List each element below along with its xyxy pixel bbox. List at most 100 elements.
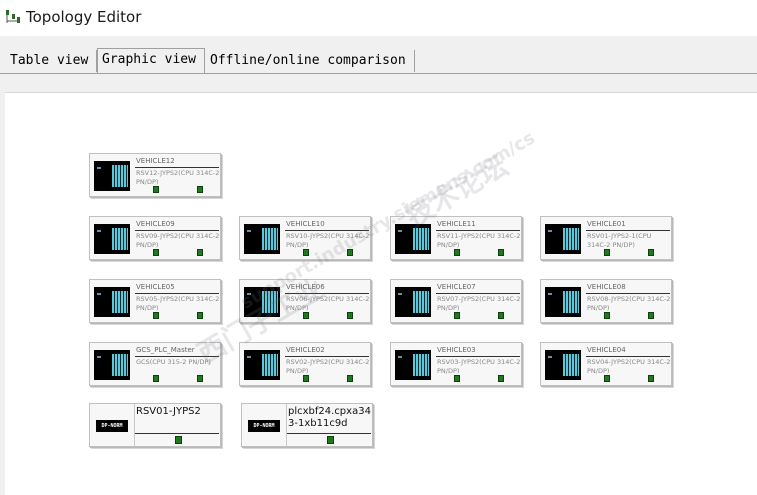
rack-icon — [395, 350, 431, 380]
station-vehicle08[interactable]: VEHICLE08 RSV08-JYPS2(CPU 314C-2 PN/DP) — [540, 279, 672, 323]
port-icon[interactable] — [454, 312, 460, 319]
port-icon[interactable] — [498, 312, 504, 319]
station-separator — [436, 356, 520, 357]
tab-bar: Table view Graphic view Offline/online c… — [0, 36, 757, 74]
station-description: GCS(CPU 315-2 PN/DP) — [136, 358, 211, 366]
station-description: RSV05-JYPS2(CPU 314C-2 PN/DP) — [136, 295, 220, 312]
station-name: VEHICLE06 — [286, 283, 325, 291]
device-divider — [134, 404, 135, 447]
station-vehicle06[interactable]: VEHICLE06 RSV06-JYPS2(CPU 314C-2 PN/DP) — [239, 279, 371, 323]
station-description: RSV11-JYPS2(CPU 314C-2 PN/DP) — [437, 232, 521, 249]
rack-icon — [395, 224, 431, 254]
port-icon[interactable] — [153, 249, 159, 256]
port-icon[interactable] — [648, 375, 654, 382]
device-divider — [286, 404, 287, 447]
port-icon[interactable] — [197, 375, 203, 382]
port-icon[interactable] — [454, 249, 460, 256]
port-icon[interactable] — [153, 186, 159, 193]
rack-icon — [395, 287, 431, 317]
station-name: VEHICLE10 — [286, 220, 325, 228]
rack-icon — [244, 350, 280, 380]
device-separator — [287, 433, 371, 434]
tab-table-view[interactable]: Table view — [6, 50, 97, 72]
station-vehicle07[interactable]: VEHICLE07 RSV07-JYPS2(CPU 314C-2 PN/DP) — [390, 279, 522, 323]
port-icon[interactable] — [347, 249, 353, 256]
station-description: RSV09-JYPS2(CPU 314C-2 PN/DP) — [136, 232, 220, 249]
station-vehicle12[interactable]: VEHICLE12 RSV12-JYPS2(CPU 314C-2 PN/DP) — [89, 153, 221, 197]
station-vehicle02[interactable]: VEHICLE02 RSV02-JYPS2(CPU 314C-2 PN/DP) — [239, 342, 371, 386]
station-name: VEHICLE01 — [587, 220, 626, 228]
station-vehicle10[interactable]: VEHICLE10 RSV10-JYPS2(CPU 314C-2 PN/DP) — [239, 216, 371, 260]
station-vehicle03[interactable]: VEHICLE03 RSV03-JYPS2(CPU 314C-2 PN/DP) — [390, 342, 522, 386]
station-name: VEHICLE09 — [136, 220, 175, 228]
station-separator — [135, 356, 219, 357]
station-separator — [436, 293, 520, 294]
rack-icon — [244, 224, 280, 254]
port-icon[interactable] — [604, 249, 610, 256]
title-bar: Topology Editor — [0, 0, 757, 36]
port-icon[interactable] — [648, 249, 654, 256]
port-icon[interactable] — [454, 375, 460, 382]
station-separator — [586, 230, 670, 231]
station-separator — [436, 230, 520, 231]
port-icon[interactable] — [347, 312, 353, 319]
station-separator — [285, 293, 369, 294]
topology-app-icon — [6, 10, 20, 23]
dp-norm-icon: DP-NORM — [96, 420, 128, 432]
station-gcs-plc-master[interactable]: GCS_PLC_Master GCS(CPU 315-2 PN/DP) — [89, 342, 221, 386]
port-icon[interactable] — [648, 312, 654, 319]
port-icon[interactable] — [347, 375, 353, 382]
port-icon[interactable] — [604, 312, 610, 319]
station-description: RSV04-JYPS2(CPU 314C-2 PN/DP) — [587, 358, 671, 375]
port-icon[interactable] — [303, 312, 309, 319]
port-icon[interactable] — [197, 312, 203, 319]
station-vehicle01[interactable]: VEHICLE01 RSV01-JYPS2-1(CPU 314C-2 PN/DP) — [540, 216, 672, 260]
station-name: VEHICLE02 — [286, 346, 325, 354]
station-description: RSV03-JYPS2(CPU 314C-2 PN/DP) — [437, 358, 521, 375]
port-icon[interactable] — [197, 186, 203, 193]
device-port-icon[interactable] — [327, 436, 334, 444]
station-name: VEHICLE12 — [136, 157, 175, 165]
station-separator — [285, 230, 369, 231]
device-plcxbf24[interactable]: DP-NORM plcxbf24.cpxa343-1xb11c9d — [241, 403, 373, 447]
station-description: RSV10-JYPS2(CPU 314C-2 PN/DP) — [286, 232, 370, 249]
port-icon[interactable] — [303, 375, 309, 382]
tab-graphic-view[interactable]: Graphic view — [97, 48, 205, 74]
station-description: RSV07-JYPS2(CPU 314C-2 PN/DP) — [437, 295, 521, 312]
station-name: VEHICLE05 — [136, 283, 175, 291]
device-port-icon[interactable] — [175, 436, 182, 444]
dp-norm-icon: DP-NORM — [248, 420, 280, 432]
port-icon[interactable] — [303, 249, 309, 256]
station-vehicle04[interactable]: VEHICLE04 RSV04-JYPS2(CPU 314C-2 PN/DP) — [540, 342, 672, 386]
station-description: RSV06-JYPS2(CPU 314C-2 PN/DP) — [286, 295, 370, 312]
device-rsv01-jyps2[interactable]: DP-NORM RSV01-JYPS2 — [89, 403, 221, 447]
tab-offline-online-comparison[interactable]: Offline/online comparison — [206, 50, 415, 72]
port-icon[interactable] — [153, 312, 159, 319]
window-title: Topology Editor — [26, 8, 142, 26]
rack-icon — [94, 161, 130, 191]
port-icon[interactable] — [197, 249, 203, 256]
station-name: VEHICLE03 — [437, 346, 476, 354]
station-vehicle09[interactable]: VEHICLE09 RSV09-JYPS2(CPU 314C-2 PN/DP) — [89, 216, 221, 260]
station-vehicle05[interactable]: VEHICLE05 RSV05-JYPS2(CPU 314C-2 PN/DP) — [89, 279, 221, 323]
device-name: plcxbf24.cpxa343-1xb11c9d — [288, 406, 371, 429]
port-icon[interactable] — [498, 375, 504, 382]
station-vehicle11[interactable]: VEHICLE11 RSV11-JYPS2(CPU 314C-2 PN/DP) — [390, 216, 522, 260]
rack-icon — [244, 287, 280, 317]
station-description: RSV02-JYPS2(CPU 314C-2 PN/DP) — [286, 358, 370, 375]
station-description: RSV01-JYPS2-1(CPU 314C-2 PN/DP) — [587, 232, 652, 249]
station-description: RSV12-JYPS2(CPU 314C-2 PN/DP) — [136, 169, 220, 186]
rack-icon — [545, 224, 581, 254]
station-description: RSV08-JYPS2(CPU 314C-2 PN/DP) — [587, 295, 671, 312]
station-name: VEHICLE08 — [587, 283, 626, 291]
station-name: VEHICLE07 — [437, 283, 476, 291]
port-icon[interactable] — [498, 249, 504, 256]
rack-icon — [94, 224, 130, 254]
station-separator — [135, 230, 219, 231]
station-separator — [586, 293, 670, 294]
port-icon[interactable] — [153, 375, 159, 382]
port-icon[interactable] — [604, 375, 610, 382]
station-separator — [135, 293, 219, 294]
station-separator — [586, 356, 670, 357]
device-separator — [135, 433, 219, 434]
